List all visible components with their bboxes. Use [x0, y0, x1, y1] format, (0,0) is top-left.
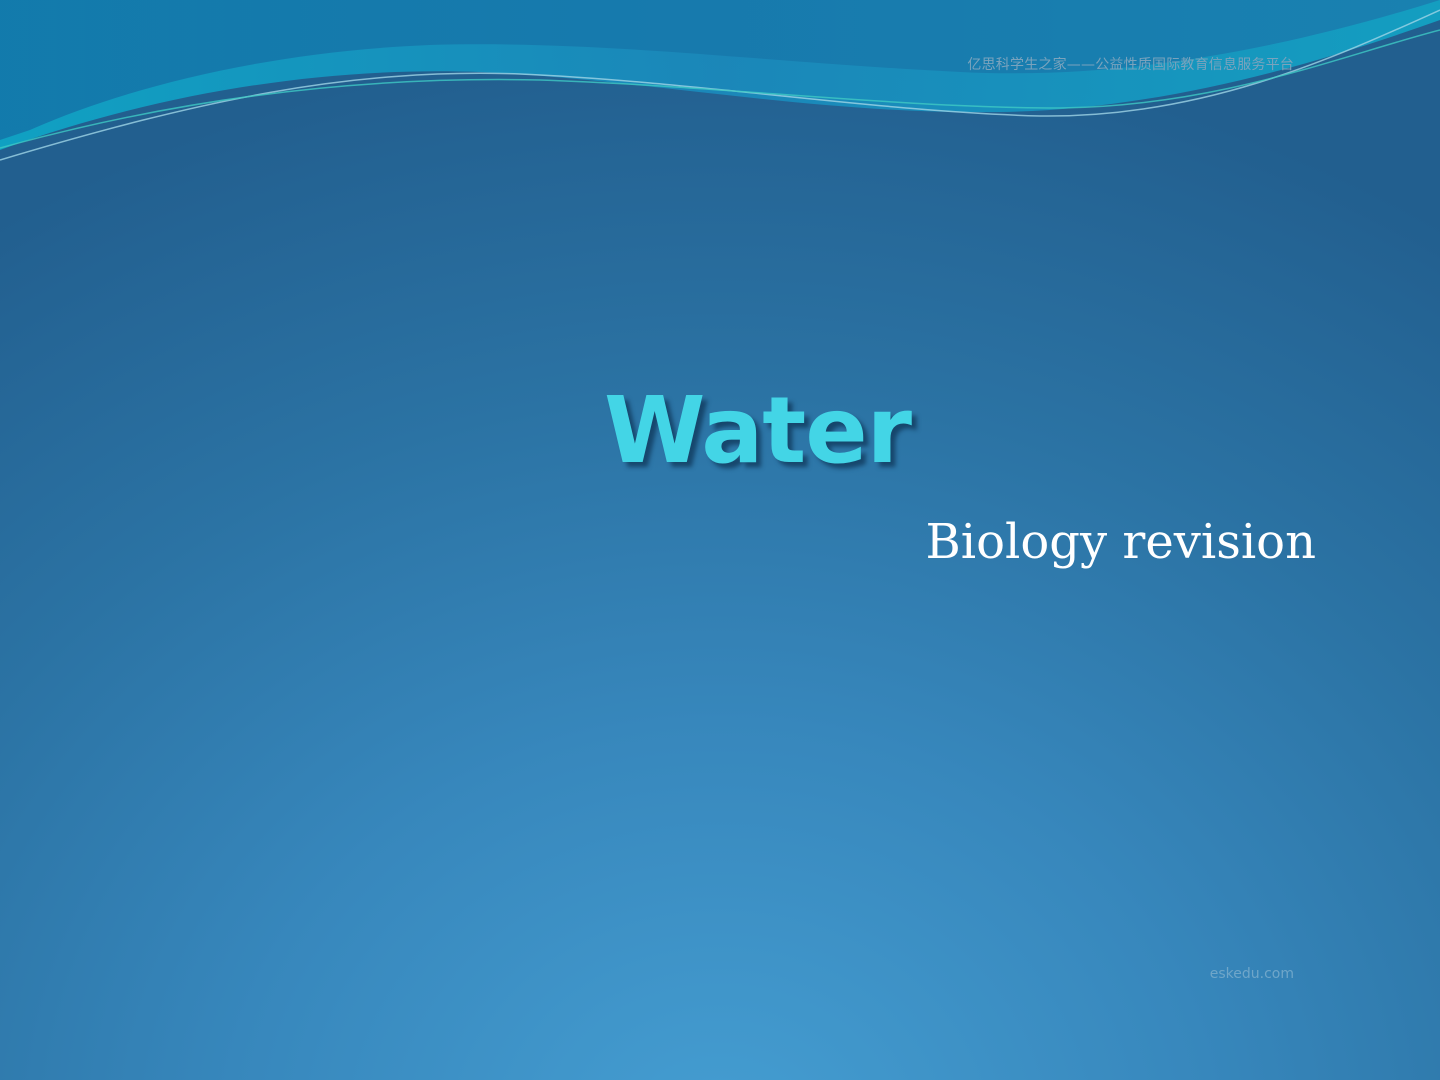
slide-title: Water: [604, 377, 912, 484]
slide-subtitle: Biology revision: [925, 514, 1317, 570]
header-wave-decoration: [0, 0, 1440, 161]
footer-site-url: eskedu.com: [1209, 966, 1294, 982]
header-site-text: 亿思科学生之家——公益性质国际教育信息服务平台: [967, 57, 1294, 73]
slide: 亿思科学生之家——公益性质国际教育信息服务平台 Water Biology re…: [0, 0, 1440, 1080]
